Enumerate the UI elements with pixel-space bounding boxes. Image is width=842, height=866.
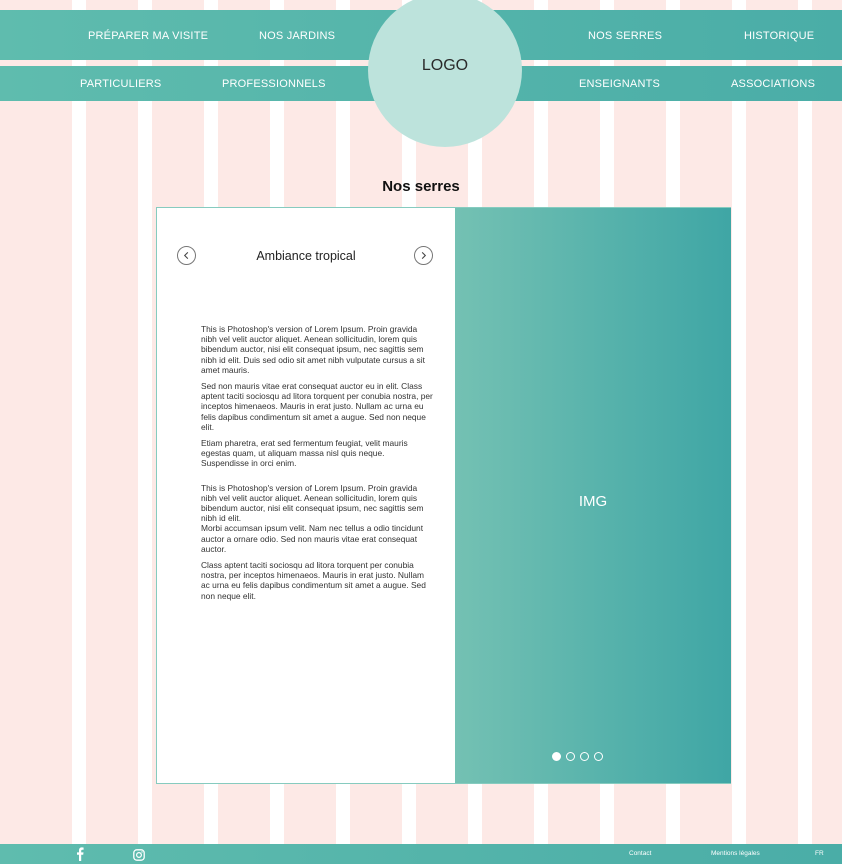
pagination-dot-2[interactable] <box>566 752 575 761</box>
footer-bar: Contact Mentions légales FR <box>0 844 842 864</box>
slide-pagination-dots <box>552 752 603 761</box>
language-selector[interactable]: FR <box>815 850 824 857</box>
nav-item-nos-jardins[interactable]: NOS JARDINS <box>259 30 335 42</box>
chevron-right-icon <box>421 251 427 260</box>
slide-title: Ambiance tropical <box>256 249 356 263</box>
nav-item-nos-serres[interactable]: NOS SERRES <box>588 30 662 42</box>
logo-text: LOGO <box>421 57 469 74</box>
nav-item-particuliers[interactable]: PARTICULIERS <box>80 78 161 90</box>
paragraph: Etiam pharetra, erat sed fermentum feugi… <box>201 438 408 469</box>
paragraph: This is Photoshop's version of Lorem Ips… <box>201 482 424 524</box>
slide-image: IMG <box>455 208 731 783</box>
footer-link-mentions-legales[interactable]: Mentions légales <box>711 850 760 857</box>
image-placeholder-label: IMG <box>578 493 608 510</box>
slider-text-column: Ambiance tropical This is Photoshop's ve… <box>157 208 455 783</box>
nav-item-professionnels[interactable]: PROFESSIONNELS <box>222 78 326 90</box>
footer-link-contact[interactable]: Contact <box>629 850 651 857</box>
paragraph: Morbi accumsan ipsum velit. Nam nec tell… <box>201 523 424 554</box>
slide-description: This is Photoshop's version of Lorem Ips… <box>201 324 433 607</box>
facebook-icon[interactable] <box>75 847 85 861</box>
page-title: Nos serres <box>382 178 460 195</box>
instagram-icon[interactable] <box>133 848 145 861</box>
nav-item-preparer-visite[interactable]: PRÉPARER MA VISITE <box>88 30 208 42</box>
paragraph: This is Photoshop's version of Lorem Ips… <box>201 324 425 375</box>
nav-item-historique[interactable]: HISTORIQUE <box>744 30 814 42</box>
next-slide-button[interactable] <box>414 246 433 265</box>
nav-item-enseignants[interactable]: ENSEIGNANTS <box>579 78 660 90</box>
site-logo[interactable]: LOGO <box>368 0 522 147</box>
pagination-dot-3[interactable] <box>580 752 589 761</box>
paragraph: Sed non mauris vitae erat consequat auct… <box>201 381 433 432</box>
paragraph: Class aptent taciti sociosqu ad litora t… <box>201 560 426 601</box>
pagination-dot-4[interactable] <box>594 752 603 761</box>
pagination-dot-1[interactable] <box>552 752 561 761</box>
greenhouse-slider-panel: Ambiance tropical This is Photoshop's ve… <box>156 207 731 784</box>
nav-item-associations[interactable]: ASSOCIATIONS <box>731 78 815 90</box>
